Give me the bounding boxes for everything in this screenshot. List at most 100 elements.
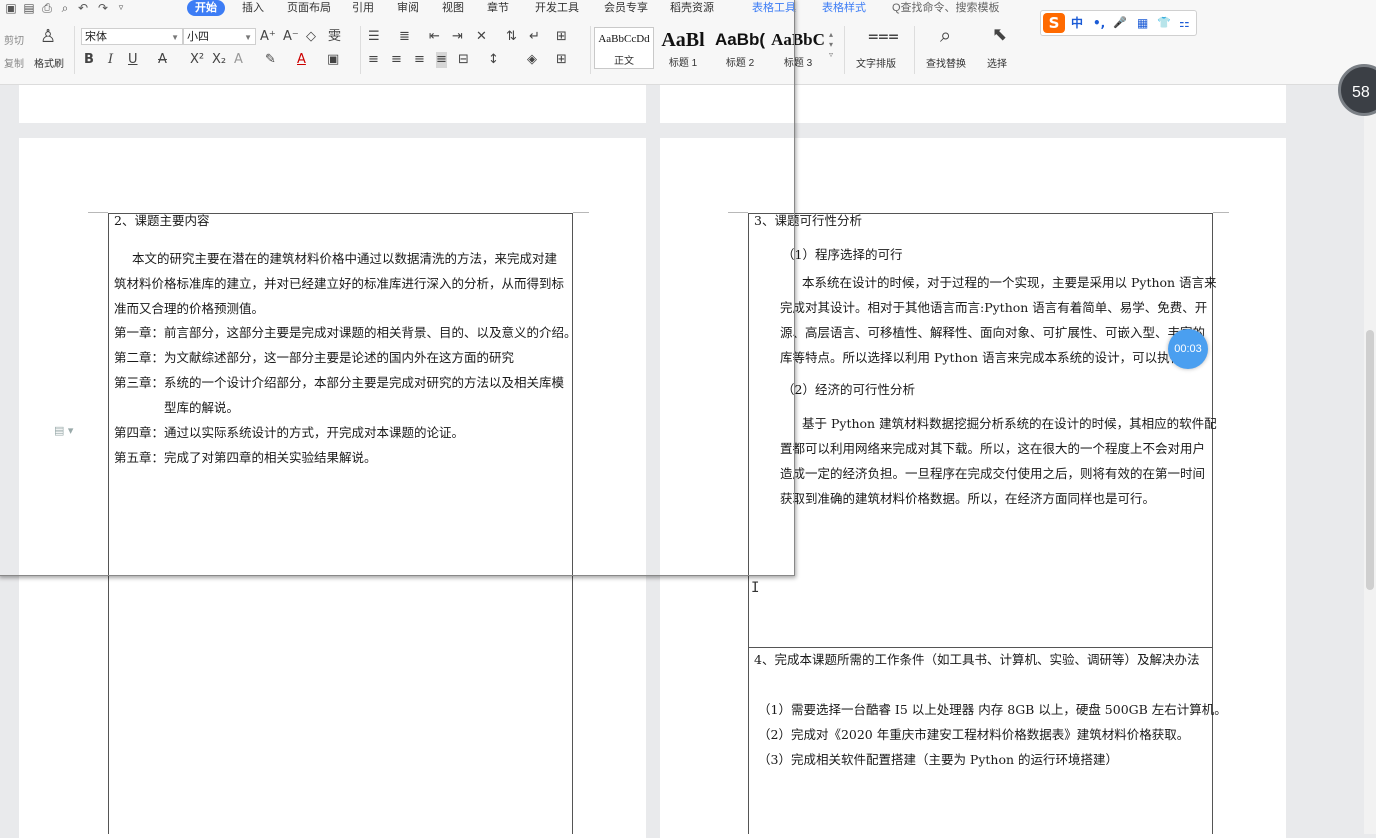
text-layout-button[interactable]: 文字排版 bbox=[856, 55, 896, 70]
tab-member[interactable]: 会员专享 bbox=[604, 0, 648, 16]
tab-start[interactable]: 开始 bbox=[187, 0, 225, 16]
group-separator bbox=[844, 26, 845, 74]
tab-docer[interactable]: 稻壳资源 bbox=[670, 0, 714, 16]
style-label: 标题 3 bbox=[783, 58, 813, 68]
chinese-layout-icon[interactable]: ✕ bbox=[476, 29, 487, 45]
paragraph-line: 造成一定的经济负担。一旦程序在完成交付使用之后，则将有效的在第一时间 bbox=[780, 466, 1206, 481]
bullet-list-icon[interactable]: ☰ bbox=[368, 29, 380, 45]
command-search[interactable]: Q查找命令、搜索模板 bbox=[892, 0, 1000, 16]
style-heading-2[interactable]: AaBb( 标题 2 bbox=[712, 28, 768, 68]
tab-review[interactable]: 审阅 bbox=[397, 0, 419, 16]
font-grow-icon[interactable]: A⁺ bbox=[260, 29, 276, 45]
paragraph-line: 筑材料价格标准库的建立，并对已经建立好的标准库进行深入的分析，从而得到标 bbox=[114, 276, 565, 291]
font-shrink-icon[interactable]: A⁻ bbox=[283, 29, 299, 45]
recording-timer[interactable]: 00:03 bbox=[1168, 329, 1208, 369]
format-painter-label[interactable]: 格式刷 bbox=[34, 55, 64, 70]
font-size-select[interactable]: 小四 ▼ bbox=[183, 28, 256, 45]
page-left[interactable] bbox=[19, 138, 646, 838]
tab-references[interactable]: 引用 bbox=[352, 0, 374, 16]
line-spacing-icon[interactable]: ↕ bbox=[488, 52, 499, 68]
skin-icon[interactable]: 👕 bbox=[1157, 15, 1171, 31]
search-icon[interactable]: ⌕ bbox=[940, 25, 951, 45]
cursor-select-icon[interactable]: ⬉ bbox=[992, 26, 1007, 44]
chapter-item: 第一章：前言部分，这部分主要是完成对课题的相关背景、目的、以及意义的介绍。 bbox=[114, 325, 577, 340]
paragraph-line: 完成对其设计。相对于其他语言而言:Python 语言有着简单、易学、免费、开 bbox=[780, 300, 1208, 315]
sort-icon[interactable]: ⇅ bbox=[506, 29, 517, 45]
tab-developer[interactable]: 开发工具 bbox=[535, 0, 579, 16]
font-color-icon[interactable]: A bbox=[297, 52, 306, 68]
undo-icon[interactable]: ↶ bbox=[76, 1, 90, 15]
paragraph-line: 基于 Python 建筑材料数据挖掘分析系统的在设计的时候，其相应的软件配 bbox=[802, 416, 1217, 431]
print-icon[interactable]: ⎙ bbox=[40, 1, 54, 15]
underline-button[interactable]: U bbox=[128, 52, 138, 68]
intro-paragraph: 本文的研究主要在潜在的建筑材料价格中通过以数据清洗的方法，来完成对建 筑材料价格… bbox=[114, 246, 564, 321]
increase-indent-icon[interactable]: ⇥ bbox=[452, 29, 463, 45]
style-heading-1[interactable]: AaBl 标题 1 bbox=[655, 28, 711, 68]
print-preview-icon[interactable]: ⌕ bbox=[58, 1, 72, 15]
crop-mark bbox=[88, 212, 108, 213]
list-item: （2）完成对《2020 年重庆市建安工程材料价格数据表》建筑材料价格获取。 bbox=[758, 727, 1190, 742]
tab-view[interactable]: 视图 bbox=[442, 0, 464, 16]
justify-icon[interactable]: ≡ bbox=[436, 52, 447, 68]
microphone-icon[interactable]: 🎤 bbox=[1113, 15, 1127, 31]
paragraph-line: 获取到准确的建筑材料价格数据。所以，在经济方面同样也是可行。 bbox=[780, 491, 1156, 506]
cut-button[interactable]: 剪切 bbox=[4, 32, 24, 47]
find-replace-button[interactable]: 查找替换 bbox=[926, 55, 966, 70]
clear-format-icon[interactable]: ◇ bbox=[306, 29, 316, 45]
tab-table-tools[interactable]: 表格工具 bbox=[752, 0, 796, 16]
tab-page-layout[interactable]: 页面布局 bbox=[287, 0, 331, 16]
italic-button[interactable]: I bbox=[108, 52, 113, 68]
ime-mode-toggle[interactable]: 中 bbox=[1071, 15, 1083, 31]
borders-icon[interactable]: ⊞ bbox=[556, 52, 567, 68]
redo-icon[interactable]: ↷ bbox=[96, 1, 110, 15]
align-right-icon[interactable]: ≡ bbox=[414, 52, 425, 68]
align-left-icon[interactable]: ≡ bbox=[368, 52, 379, 68]
style-heading-3[interactable]: AaBbC 标题 3 bbox=[770, 28, 826, 68]
text-layout-icon[interactable]: ⩶ bbox=[868, 27, 899, 45]
select-button[interactable]: 选择 bbox=[987, 55, 1007, 70]
scrollbar-thumb[interactable] bbox=[1366, 330, 1374, 590]
copy-button[interactable]: 复制 bbox=[4, 55, 24, 70]
section-heading: 2、课题主要内容 bbox=[114, 213, 210, 228]
strikethrough-icon[interactable]: A bbox=[158, 52, 167, 68]
bold-button[interactable]: B bbox=[84, 52, 94, 68]
section-heading: 3、课题可行性分析 bbox=[754, 213, 862, 228]
show-marks-icon[interactable]: ↵ bbox=[529, 29, 540, 45]
char-border-icon[interactable]: ▣ bbox=[327, 52, 339, 68]
section-heading: 4、完成本课题所需的工作条件（如工具书、计算机、实验、调研等）及解决办法 bbox=[754, 652, 1200, 667]
font-size-value: 小四 bbox=[187, 31, 209, 43]
superscript-icon[interactable]: X² bbox=[190, 52, 204, 68]
quick-access-dropdown-icon[interactable]: ▿ bbox=[114, 1, 128, 15]
text-effect-icon[interactable]: A bbox=[234, 52, 243, 68]
paragraph-layout-icon[interactable]: ▤ ▾ bbox=[54, 424, 73, 437]
numbered-list-icon[interactable]: ≣ bbox=[399, 29, 410, 45]
font-name-value: 宋体 bbox=[85, 31, 107, 43]
keyboard-icon[interactable]: ▦ bbox=[1137, 15, 1148, 31]
subscript-icon[interactable]: X₂ bbox=[212, 52, 226, 68]
list-item: （1）需要选择一台酷睿 I5 以上处理器 内存 8GB 以上，硬盘 500GB … bbox=[758, 702, 1227, 717]
crop-mark bbox=[1213, 212, 1229, 213]
format-painter-icon[interactable]: ♙ bbox=[40, 28, 56, 46]
tab-insert[interactable]: 插入 bbox=[242, 0, 264, 16]
highlight-icon[interactable]: ✎ bbox=[265, 52, 276, 68]
style-normal[interactable]: AaBbCcDd 正文 bbox=[594, 27, 654, 69]
tab-chapter[interactable]: 章节 bbox=[487, 0, 509, 16]
tab-table-style[interactable]: 表格样式 bbox=[822, 0, 866, 16]
phonetic-guide-icon[interactable]: 雯 bbox=[328, 29, 341, 45]
toolbox-icon[interactable]: ⚏ bbox=[1179, 15, 1190, 31]
save-icon[interactable]: ▣ bbox=[4, 1, 18, 15]
table-tab-icon[interactable]: ⊞ bbox=[556, 29, 567, 45]
decrease-indent-icon[interactable]: ⇤ bbox=[429, 29, 440, 45]
paragraph-line: 置都可以利用网络来完成对其下载。所以，这在很大的一个程度上不会对用户 bbox=[780, 441, 1206, 456]
align-center-icon[interactable]: ≡ bbox=[391, 52, 402, 68]
ime-toolbar[interactable]: S 中 •, 🎤 ▦ 👕 ⚏ bbox=[1040, 10, 1197, 36]
punctuation-icon[interactable]: •, bbox=[1093, 15, 1105, 31]
font-name-select[interactable]: 宋体 ▼ bbox=[81, 28, 183, 45]
paragraph-line: 准而又合理的价格预测值。 bbox=[114, 301, 265, 316]
notification-badge[interactable]: 58 bbox=[1338, 64, 1376, 116]
distributed-icon[interactable]: ⊟ bbox=[458, 52, 469, 68]
export-pdf-icon[interactable]: ▤ bbox=[22, 1, 36, 15]
chevron-down-icon: ▼ bbox=[244, 33, 252, 42]
shading-icon[interactable]: ◈ bbox=[527, 52, 537, 68]
styles-scroll-icon[interactable]: ▴ ▾ ▿ bbox=[829, 30, 833, 60]
